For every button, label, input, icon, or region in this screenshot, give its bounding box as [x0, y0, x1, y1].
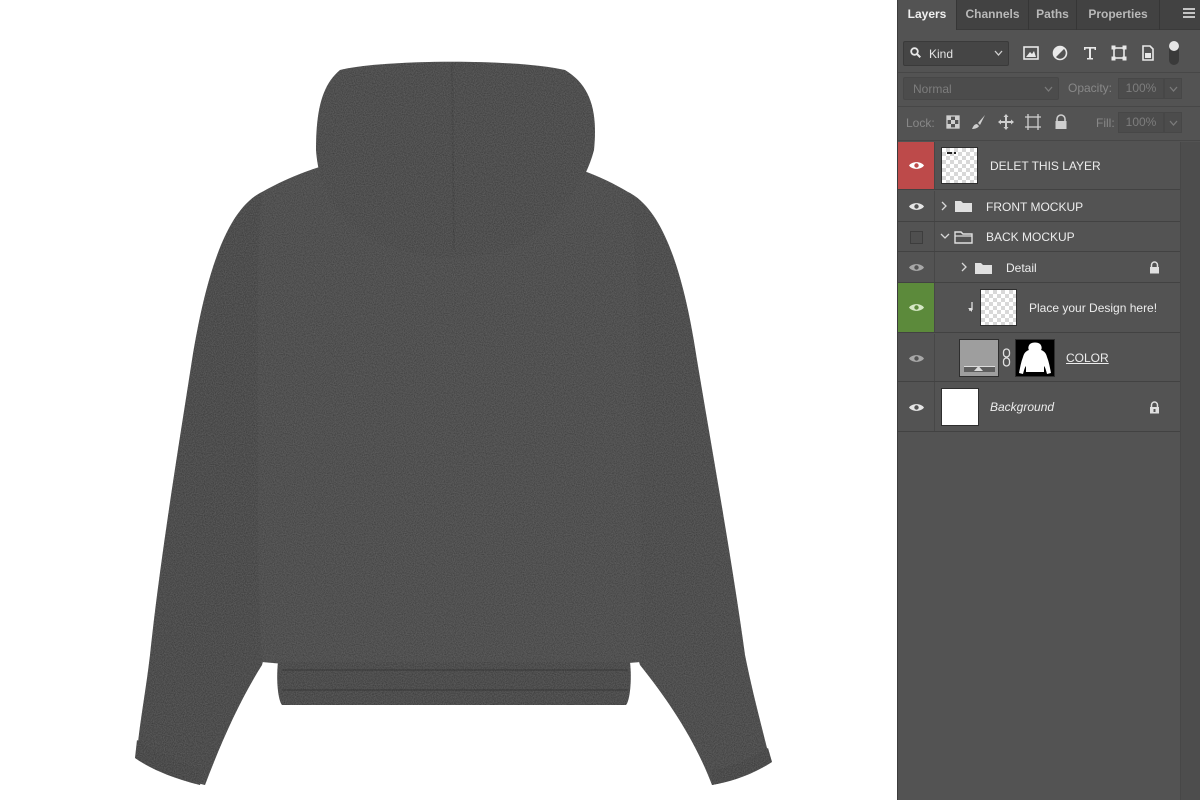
tab-divider: [1159, 0, 1160, 30]
hoodie-silhouette-icon: [1019, 342, 1051, 374]
layer-row-back-mockup[interactable]: BACK MOCKUP: [898, 222, 1180, 252]
folder-icon: [955, 201, 972, 212]
layer-row-color[interactable]: COLOR: [898, 334, 1180, 382]
tab-channels[interactable]: Channels: [957, 0, 1028, 30]
divider: [898, 140, 1200, 141]
clipping-mask-arrow-icon: [968, 302, 973, 312]
layer-name: Place your Design here!: [1029, 301, 1158, 315]
opacity-dropdown-button[interactable]: [1164, 78, 1182, 99]
tab-layers[interactable]: Layers: [898, 0, 956, 30]
layer-row-delet-this-layer[interactable]: DELET THIS LAYER: [898, 142, 1180, 190]
layer-visibility-toggle[interactable]: [898, 252, 935, 282]
lock-paint-icon[interactable]: [970, 113, 988, 131]
folder-icon: [975, 263, 992, 274]
fill-input[interactable]: 100%: [1118, 112, 1164, 133]
filter-kind-label: Kind: [929, 47, 954, 61]
eye-icon: [909, 162, 924, 169]
lock-label: Lock:: [906, 116, 935, 130]
layer-mask-thumbnail[interactable]: [1015, 339, 1055, 377]
divider: [898, 106, 1200, 107]
layer-visibility-toggle[interactable]: [898, 382, 935, 431]
folder-open-icon: [954, 231, 973, 244]
layer-thumbnail: [941, 388, 979, 426]
blend-mode-value: Normal: [913, 82, 952, 96]
hamburger-icon[interactable]: [1183, 8, 1195, 20]
eye-icon: [909, 355, 924, 362]
lock-all-icon[interactable]: [1052, 113, 1070, 131]
filter-kind-select[interactable]: Kind: [903, 41, 1009, 66]
chevron-down-icon: [994, 50, 1003, 56]
eye-icon: [909, 264, 924, 271]
lock-position-icon[interactable]: [997, 113, 1015, 131]
tab-paths[interactable]: Paths: [1029, 0, 1076, 30]
layer-visibility-toggle[interactable]: [898, 283, 935, 332]
eye-icon: [909, 404, 924, 411]
image-filter-icon[interactable]: [1022, 44, 1040, 62]
opacity-input[interactable]: 100%: [1118, 78, 1164, 99]
smart-object-filter-icon[interactable]: [1139, 44, 1157, 62]
chevron-down-icon: [1169, 120, 1178, 126]
hidden-visibility-box: [910, 231, 923, 244]
blend-mode-select[interactable]: Normal: [903, 77, 1059, 100]
layer-name: Detail: [1006, 261, 1037, 275]
type-filter-icon[interactable]: [1081, 44, 1099, 62]
layer-visibility-toggle[interactable]: [898, 222, 935, 251]
eye-icon: [909, 203, 924, 210]
shape-filter-icon[interactable]: [1110, 44, 1128, 62]
link-chain-icon[interactable]: [1002, 348, 1011, 367]
fill-dropdown-button[interactable]: [1164, 112, 1182, 133]
filter-toggle-switch[interactable]: [1169, 41, 1179, 65]
opacity-label: Opacity:: [1068, 81, 1113, 95]
layers-panel: Layers Channels Paths Properties Kind No…: [897, 0, 1200, 800]
layer-row-detail[interactable]: Detail: [898, 252, 1180, 283]
layer-row-front-mockup[interactable]: FRONT MOCKUP: [898, 191, 1180, 222]
layer-name: FRONT MOCKUP: [986, 200, 1084, 214]
chevron-down-icon[interactable]: [940, 232, 950, 240]
tab-properties[interactable]: Properties: [1077, 0, 1159, 30]
layer-thumbnail: [980, 289, 1017, 326]
layer-name: DELET THIS LAYER: [990, 159, 1101, 173]
hoodie-mockup-image: [135, 61, 772, 785]
panel-tab-bar: Layers Channels Paths Properties: [898, 0, 1200, 30]
lock-icon: [1150, 401, 1159, 414]
layers-scrollbar[interactable]: [1180, 142, 1200, 800]
layer-thumbnail: [941, 147, 978, 184]
document-canvas[interactable]: [0, 0, 897, 800]
layer-name: COLOR: [1066, 351, 1109, 365]
layer-name: BACK MOCKUP: [986, 230, 1075, 244]
layer-visibility-toggle[interactable]: [898, 191, 935, 221]
layer-visibility-toggle[interactable]: [898, 142, 935, 189]
divider: [898, 72, 1200, 73]
layer-row-place-your-design[interactable]: Place your Design here!: [898, 283, 1180, 333]
fill-label: Fill:: [1096, 116, 1115, 130]
lock-icon: [1150, 261, 1159, 274]
chevron-down-icon: [1044, 86, 1053, 92]
eye-icon: [909, 304, 924, 311]
layer-name: Background: [990, 400, 1055, 414]
chevron-right-icon[interactable]: [960, 262, 968, 272]
chevron-right-icon[interactable]: [940, 201, 948, 211]
layer-visibility-toggle[interactable]: [898, 334, 935, 381]
layer-row-background[interactable]: Background: [898, 382, 1180, 432]
lock-transparent-icon[interactable]: [944, 113, 962, 131]
lock-artboard-icon[interactable]: [1024, 113, 1042, 131]
search-icon: [910, 47, 921, 58]
chevron-down-icon: [1169, 86, 1178, 92]
adjustment-filter-icon[interactable]: [1051, 44, 1069, 62]
fill-layer-thumbnail: [959, 339, 999, 377]
